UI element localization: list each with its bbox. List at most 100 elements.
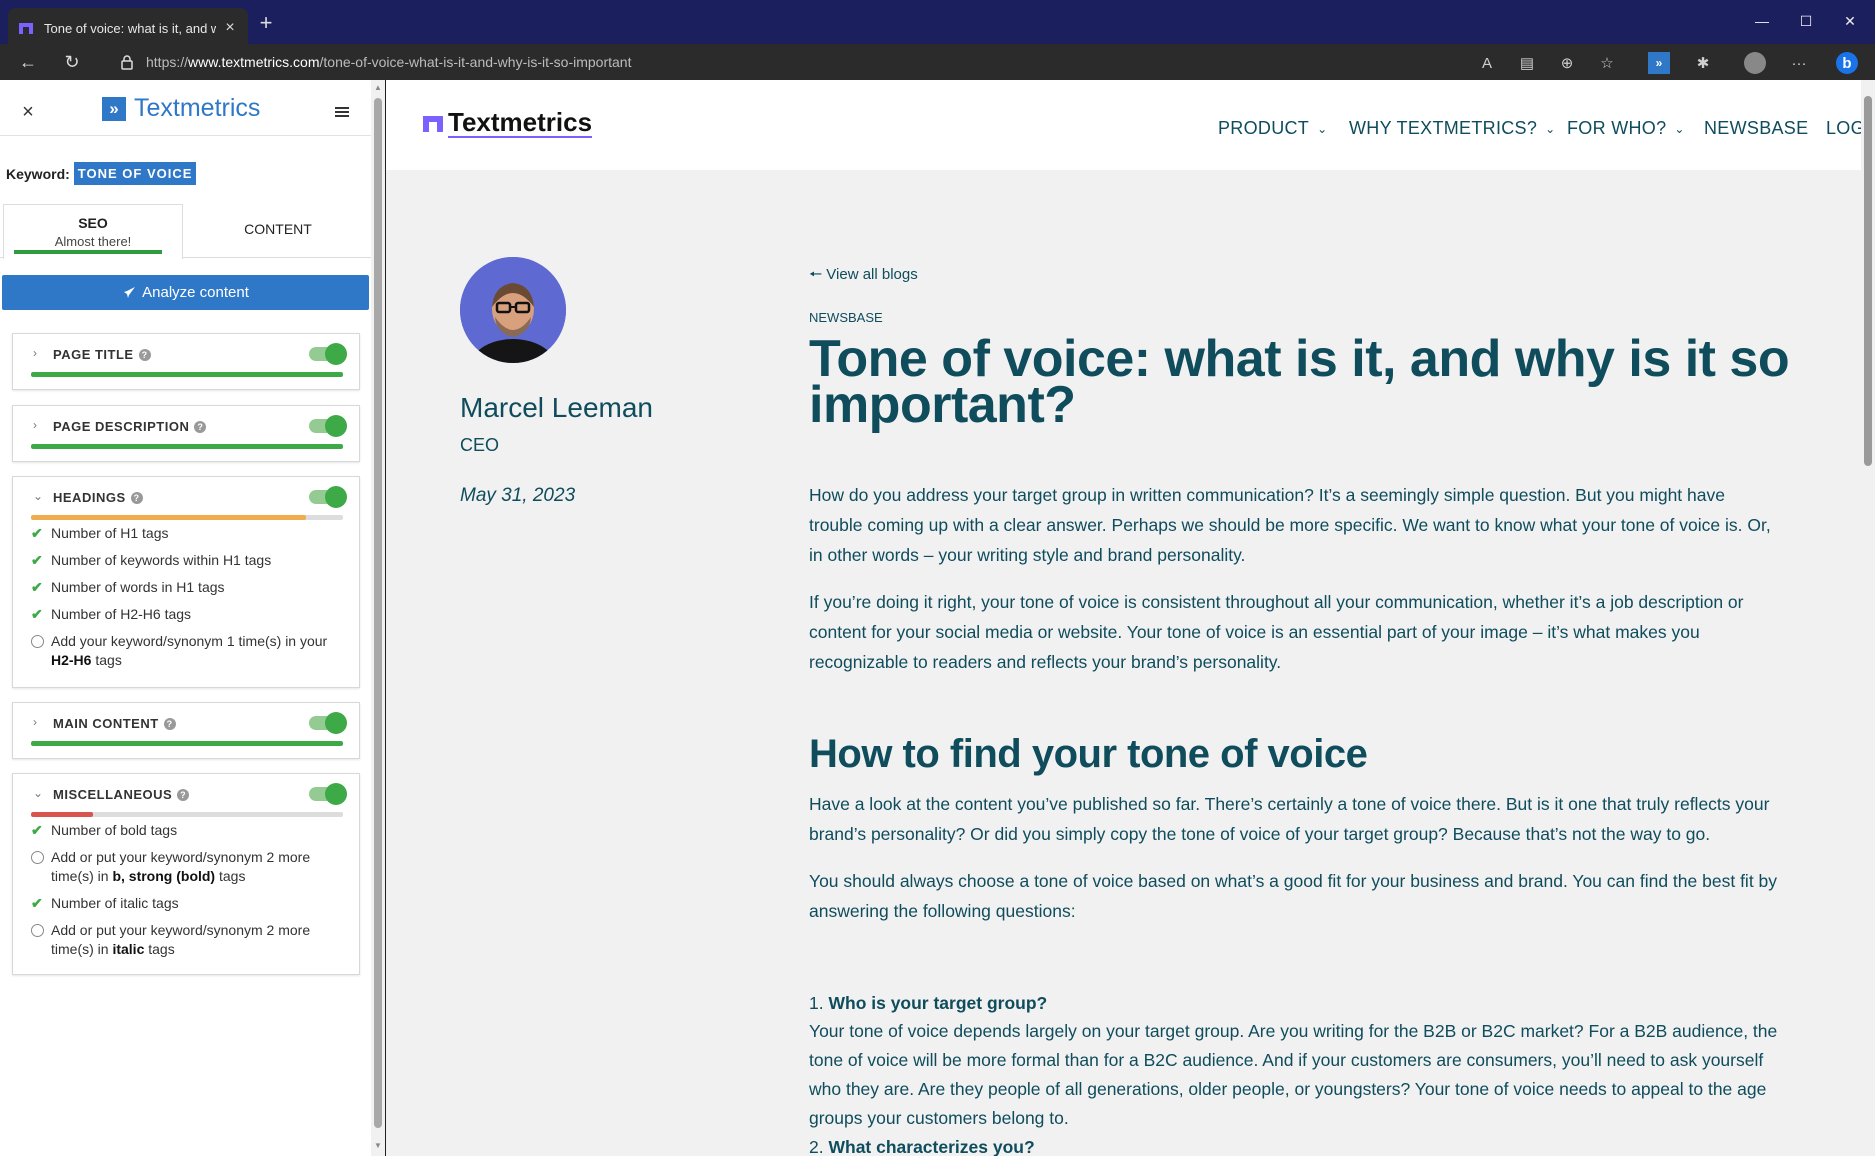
panel-page-description-label: PAGE DESCRIPTION [53, 419, 190, 434]
refresh-icon[interactable]: ↻ [58, 48, 86, 76]
keyword-badge[interactable]: TONE OF VOICE [73, 162, 197, 185]
todo-item: Add or put your keyword/synonym 2 more t… [31, 921, 351, 959]
profile-avatar-icon[interactable] [1744, 52, 1766, 74]
nav-for-who[interactable]: FOR WHO? ⌄ [1567, 118, 1685, 139]
panel-page-title-progress [31, 372, 343, 377]
page-scrollbar[interactable] [1861, 80, 1875, 1156]
panel-page-title-header[interactable]: › PAGE TITLE? [13, 334, 359, 370]
chevron-down-icon: ⌄ [1674, 121, 1685, 136]
site-logo[interactable]: Textmetrics [422, 108, 593, 138]
textmetrics-extension-icon[interactable]: » [1648, 52, 1670, 74]
todo-item-text: Add your keyword/synonym 1 time(s) in yo… [51, 632, 351, 670]
view-all-blogs-link[interactable]: 🠔 View all blogs [809, 264, 918, 289]
help-icon[interactable]: ? [130, 492, 143, 504]
tab-seo[interactable]: SEO Almost there! [3, 204, 183, 259]
panel-main-content: › MAIN CONTENT? [12, 702, 360, 759]
panel-main-content-progress [31, 741, 343, 746]
sidebar-tabs: SEO Almost there! CONTENT [0, 204, 371, 259]
address-bar[interactable]: https://www.textmetrics.com/tone-of-voic… [104, 48, 1464, 76]
nav-why-textmetrics[interactable]: WHY TEXTMETRICS? ⌄ [1349, 118, 1556, 139]
textmetrics-favicon-icon [19, 23, 33, 34]
chevron-right-icon: › [33, 346, 37, 360]
page-scroll-thumb[interactable] [1864, 96, 1872, 466]
keyword-label: Keyword: [6, 165, 70, 182]
panel-page-description-toggle[interactable] [309, 415, 347, 437]
analyze-content-button[interactable]: Analyze content [2, 275, 369, 310]
scroll-up-arrow-icon[interactable]: ▲ [374, 84, 382, 92]
close-window-icon[interactable]: ✕ [1827, 0, 1873, 42]
chevron-down-icon: ⌄ [33, 489, 44, 503]
article-title: Tone of voice: what is it, and why is it… [809, 330, 1790, 434]
nav-product[interactable]: PRODUCT ⌄ [1218, 118, 1327, 139]
panel-headings-label: HEADINGS [53, 490, 126, 505]
todo-text-a: Add or put your keyword/synonym 2 more t… [51, 922, 311, 957]
todo-circle-icon [31, 921, 51, 942]
panel-miscellaneous-toggle[interactable] [309, 783, 347, 805]
author-avatar [460, 257, 566, 363]
panel-headings-toggle[interactable] [309, 486, 347, 508]
back-arrow-icon[interactable]: ← [14, 48, 42, 76]
maximize-icon[interactable]: ☐ [1783, 0, 1829, 42]
check-item: ✔ Number of words in H1 tags [31, 578, 351, 597]
help-icon[interactable]: ? [194, 421, 207, 433]
new-tab-icon[interactable]: + [254, 12, 278, 36]
nav-newsbase-label: NEWSBASE [1704, 118, 1809, 138]
panel-page-description-header[interactable]: › PAGE DESCRIPTION? [13, 406, 359, 442]
nav-newsbase[interactable]: NEWSBASE [1704, 118, 1808, 139]
progress-fill [31, 372, 343, 377]
panel-headings-heading: HEADINGS? [53, 490, 143, 505]
todo-circle-icon [31, 632, 51, 653]
check-item-text: Number of bold tags [51, 822, 178, 838]
reader-view-icon[interactable]: ▤ [1516, 52, 1538, 74]
read-aloud-icon[interactable]: A [1476, 52, 1498, 74]
help-icon[interactable]: ? [177, 789, 190, 801]
panel-main-content-toggle[interactable] [309, 712, 347, 734]
post-category[interactable]: NEWSBASE [809, 310, 883, 325]
article-paragraph-4: You should always choose a tone of voice… [809, 871, 1778, 921]
progress-fill [31, 741, 343, 746]
check-item: ✔ Number of H1 tags [31, 524, 351, 543]
check-icon: ✔ [31, 606, 43, 622]
tab-close-icon[interactable]: × [222, 20, 238, 36]
panel-miscellaneous-checklist: ✔ Number of bold tags Add or put your key… [31, 821, 351, 967]
todo-item: Add or put your keyword/synonym 2 more t… [31, 848, 351, 886]
panel-page-title-toggle[interactable] [309, 343, 347, 365]
minimize-icon[interactable]: — [1739, 0, 1785, 42]
extensions-puzzle-icon[interactable]: ✱ [1692, 52, 1714, 74]
browser-tab[interactable]: Tone of voice: what is it, and why × [8, 8, 248, 48]
post-date: May 31, 2023 [460, 485, 576, 506]
help-icon[interactable]: ? [163, 718, 176, 730]
arrow-left-icon: 🠔 [809, 266, 827, 283]
help-icon[interactable]: ? [138, 349, 151, 361]
url-prefix: https:// [146, 54, 189, 70]
bing-chat-icon[interactable]: b [1836, 52, 1858, 74]
sidebar-header: × » Textmetrics [0, 80, 371, 136]
scroll-down-arrow-icon[interactable]: ▼ [374, 1142, 382, 1150]
panel-main-content-header[interactable]: › MAIN CONTENT? [13, 703, 359, 739]
favorite-star-icon[interactable]: ☆ [1596, 52, 1618, 74]
panel-miscellaneous-header[interactable]: ⌄ MISCELLANEOUS? [13, 774, 359, 810]
check-item-text: Number of keywords within H1 tags [51, 552, 272, 568]
check-item-text: Number of italic tags [51, 895, 179, 911]
check-item: ✔ Number of bold tags [31, 821, 351, 840]
panel-headings-header[interactable]: ⌄ HEADINGS? [13, 477, 359, 513]
sidebar-scrollbar[interactable]: ▲ ▼ [371, 80, 385, 1156]
check-icon: ✔ [31, 895, 43, 911]
sidebar-scroll-thumb[interactable] [374, 98, 382, 1128]
check-icon: ✔ [31, 822, 43, 838]
nav-login[interactable]: LOG [1826, 118, 1861, 139]
more-menu-icon[interactable]: ··· [1788, 52, 1810, 74]
check-icon: ✔ [31, 525, 43, 541]
close-icon[interactable]: × [18, 102, 38, 122]
toggle-knob [325, 712, 347, 734]
zoom-icon[interactable]: ⊕ [1556, 52, 1578, 74]
lock-icon [121, 55, 133, 70]
tab-content[interactable]: CONTENT [185, 204, 371, 258]
panel-headings-checklist: ✔ Number of H1 tags ✔ Number of keywords w… [31, 524, 351, 678]
textmetrics-logo-icon: » [102, 96, 126, 121]
toggle-knob [325, 783, 347, 805]
panel-page-title: › PAGE TITLE? [12, 333, 360, 390]
article-heading-2: How to find your tone of voice [809, 732, 1368, 776]
todo-text-c: tags [95, 652, 122, 668]
hamburger-menu-icon[interactable] [334, 104, 350, 120]
